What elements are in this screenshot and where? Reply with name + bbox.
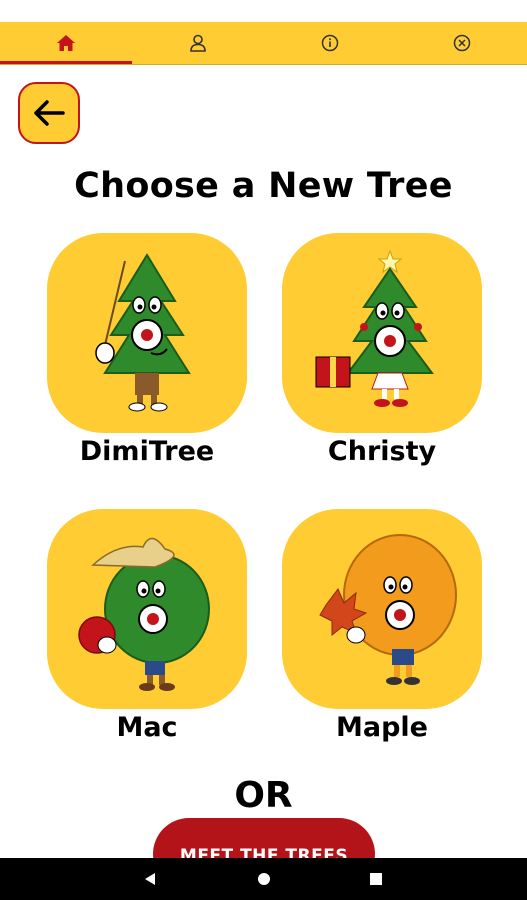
tab-info[interactable] xyxy=(264,22,396,64)
tree-name-maple: Maple xyxy=(336,712,428,743)
home-icon xyxy=(57,35,75,51)
tab-close[interactable] xyxy=(396,22,527,64)
tree-card-maple[interactable] xyxy=(282,509,482,709)
maple-character-image xyxy=(319,534,457,685)
christy-character-image xyxy=(315,249,434,407)
page-title: Choose a New Tree xyxy=(74,166,453,206)
recents-icon xyxy=(370,873,382,885)
person-icon xyxy=(190,34,206,52)
system-home-button[interactable] xyxy=(244,858,284,900)
dimitree-character-image xyxy=(95,253,191,412)
tree-name-christy: Christy xyxy=(327,436,437,467)
back-icon xyxy=(145,873,155,885)
system-navigation-bar xyxy=(0,858,527,900)
or-divider-label: OR xyxy=(234,775,293,816)
system-back-button[interactable] xyxy=(130,858,170,900)
system-recents-button[interactable] xyxy=(356,858,396,900)
info-icon xyxy=(321,34,339,52)
close-circle-icon xyxy=(453,34,471,52)
tab-profile[interactable] xyxy=(132,22,264,64)
back-button[interactable] xyxy=(18,82,80,144)
tree-card-christy[interactable] xyxy=(282,233,482,433)
home-icon xyxy=(258,873,270,885)
tree-card-dimitree[interactable] xyxy=(47,233,247,433)
tree-card-mac[interactable] xyxy=(47,509,247,709)
tree-name-dimitree: DimiTree xyxy=(79,436,215,467)
tab-home[interactable] xyxy=(0,22,132,64)
tree-name-mac: Mac xyxy=(116,712,178,743)
arrow-left-icon xyxy=(34,100,65,126)
top-tab-bar xyxy=(0,22,527,65)
mac-character-image xyxy=(78,537,210,691)
